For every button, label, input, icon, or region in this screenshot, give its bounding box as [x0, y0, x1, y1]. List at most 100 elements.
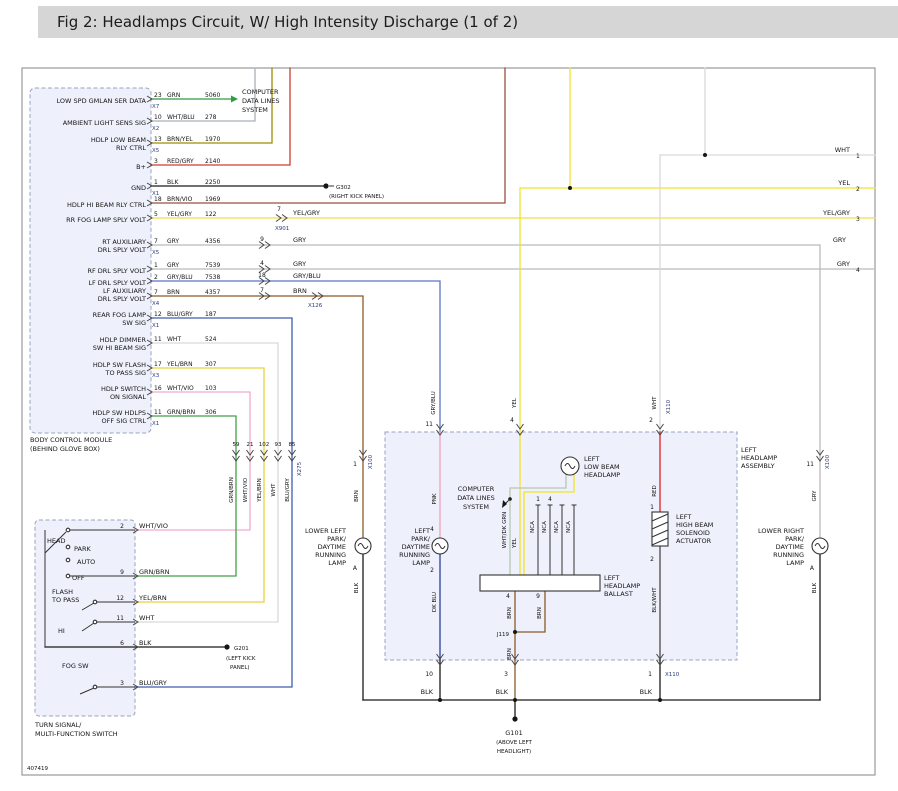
- x126-name: X126: [308, 303, 323, 309]
- bcm-conn: X3: [152, 373, 160, 379]
- lamp-name: RUNNING: [315, 551, 346, 559]
- drl-pin: 9: [260, 236, 264, 243]
- assembly-caption: ASSEMBLY: [741, 462, 775, 470]
- bcm-circuit: 1970: [205, 136, 220, 143]
- bcm-wire: GRN/BRN: [167, 409, 195, 416]
- lamp-wire: GRY: [812, 490, 818, 502]
- bcm-pin: 13: [154, 136, 162, 143]
- contact-icon: [93, 620, 97, 624]
- mfs-wire: WHT: [139, 614, 154, 622]
- mfs-pin: 2: [120, 523, 124, 530]
- splice-pin: 9: [536, 593, 540, 600]
- nca-pin: 4: [548, 496, 552, 503]
- data-lines-label: SYSTEM: [463, 503, 489, 511]
- low-beam-name: HEADLAMP: [584, 471, 620, 479]
- bcm-wire: GRY: [167, 262, 179, 269]
- contact-icon: [66, 574, 70, 578]
- wire-label: WHT/DK GRN: [502, 512, 508, 549]
- assembly-pin: 1: [650, 504, 654, 511]
- junction-dot: [438, 698, 442, 702]
- bcm-wire: WHT/BLU: [167, 114, 195, 121]
- ballast-icon: [480, 575, 600, 591]
- junction-dot: [513, 698, 517, 702]
- title-bar: Fig 2: Headlamps Circuit, W/ High Intens…: [38, 6, 898, 38]
- ground-loc: PANEL): [230, 665, 250, 671]
- lamp-name: LAMP: [786, 559, 804, 567]
- assembly-caption: LEFT: [741, 446, 756, 454]
- contact-icon: [66, 558, 70, 562]
- wire-label: BLK: [640, 688, 653, 696]
- edge-wire: YEL/GRY: [822, 209, 850, 217]
- junction-dot: [703, 153, 707, 157]
- bcm-label: TO PASS SIG: [104, 369, 146, 377]
- bundle-num: 102: [259, 442, 270, 448]
- bcm-label: HDLP SWITCH: [101, 385, 146, 393]
- contact-icon: [66, 528, 70, 532]
- mfs-pin: 9: [120, 569, 124, 576]
- bcm-circuit: 2250: [205, 179, 220, 186]
- wire-label: BLK: [421, 688, 434, 696]
- bundle-wire: GRN/BRN: [229, 477, 235, 503]
- bcm-conn: X1: [152, 421, 159, 427]
- contact-icon: [93, 685, 97, 689]
- lamp-name: DAYTIME: [318, 543, 346, 551]
- wire-label: BRN: [507, 607, 513, 619]
- mfs-pin: 3: [120, 680, 124, 687]
- nca-label: NCA: [542, 521, 548, 533]
- drl-pin: 7: [260, 287, 264, 294]
- mfs-pos-head: HEAD: [47, 537, 65, 545]
- bcm-wire: YEL/BRN: [166, 361, 193, 368]
- mfs-wire: BLU/GRY: [139, 679, 167, 687]
- bcm-pin: 11: [154, 409, 162, 416]
- nca-pin: 1: [536, 496, 540, 503]
- ballast-name: HEADLAMP: [604, 582, 640, 590]
- assembly-pin: 10: [425, 671, 433, 678]
- bcm-circuit: 4356: [205, 238, 220, 245]
- lamp-name: LAMP: [412, 559, 430, 567]
- nca-label: NCA: [530, 521, 536, 533]
- data-lines-label: COMPUTER: [458, 485, 495, 493]
- data-lines-label: COMPUTER: [242, 88, 279, 96]
- x275-name: X275: [297, 461, 303, 476]
- wire-label: YEL: [512, 397, 518, 409]
- bundle-wire: WHT/VIO: [243, 477, 249, 502]
- mfs-pos-auto: AUTO: [77, 558, 95, 566]
- bcm-label: DRL SPLY VOLT: [98, 295, 146, 303]
- edge-num: 2: [856, 186, 860, 193]
- mfs-pos-off: OFF: [72, 574, 85, 582]
- lamp-name: PARK/: [411, 535, 431, 543]
- contact-icon: [66, 545, 70, 549]
- x901-wire: YEL/GRY: [292, 209, 320, 217]
- wire-label: BRN: [537, 607, 543, 619]
- mfs-pos-flash: FLASH: [52, 588, 73, 596]
- low-beam-name: LOW BEAM: [584, 463, 620, 471]
- bcm-label: RT AUXILIARY: [102, 238, 146, 246]
- bcm-pin: 10: [154, 114, 162, 121]
- bcm-label: SW HI BEAM SIG: [93, 344, 146, 352]
- bcm-circuit: 7539: [205, 262, 220, 269]
- assembly-pin: 2: [430, 567, 434, 574]
- bcm-wire: GRN: [167, 92, 180, 99]
- bcm-pin: 23: [154, 92, 162, 99]
- lamp-wire: BLK: [354, 582, 360, 593]
- wire-label: RED: [652, 485, 658, 497]
- lamp-name: RUNNING: [773, 551, 804, 559]
- bcm-pin: 3: [154, 158, 158, 165]
- bcm-pin: 16: [154, 385, 162, 392]
- assembly-pin: 3: [504, 671, 508, 678]
- bcm-label: REAR FOG LAMP: [93, 311, 146, 319]
- bcm-wire: RED/GRY: [167, 158, 194, 165]
- edge-num: 3: [856, 216, 860, 223]
- junction-dot: [658, 698, 662, 702]
- lamp-pin: 1: [353, 461, 357, 468]
- mfs-pos-hi: HI: [58, 627, 65, 635]
- bcm-label: GND: [131, 184, 146, 192]
- g201-ground-icon: [224, 644, 229, 649]
- nca-label: NCA: [566, 521, 572, 533]
- wire-label: YEL: [512, 537, 518, 549]
- bundle-num: 85: [289, 442, 296, 448]
- bcm-caption: (BEHIND GLOVE BOX): [30, 445, 100, 453]
- doc-number: 407419: [27, 766, 48, 772]
- ballast-name: BALLAST: [604, 590, 633, 598]
- bcm-circuit: 2140: [205, 158, 220, 165]
